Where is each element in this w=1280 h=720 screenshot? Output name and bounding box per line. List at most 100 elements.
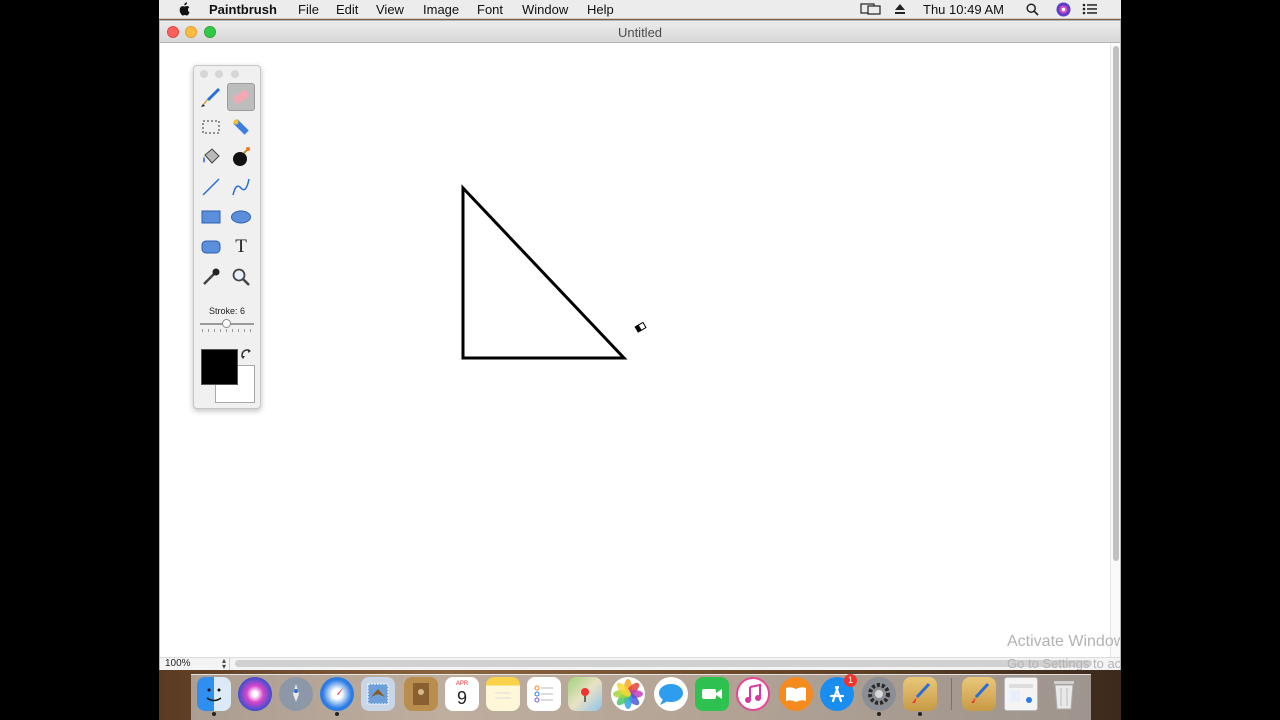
notes-icon — [495, 692, 511, 699]
paintbrush-window: Untitled T Stroke: 6 100% ▴ ▾ Activate W… — [159, 20, 1121, 671]
calendar-month: APR — [455, 681, 469, 687]
palette-close-button[interactable] — [200, 70, 208, 78]
curve-tool[interactable] — [227, 173, 255, 201]
menu-window[interactable]: Window — [522, 2, 568, 17]
dock-preview-window[interactable] — [1004, 677, 1038, 711]
horizontal-scroll-thumb[interactable] — [235, 660, 1092, 667]
drawing-canvas[interactable]: T Stroke: 6 — [160, 43, 1110, 658]
dock-ibooks[interactable] — [779, 677, 813, 711]
activate-windows-title: Activate Windows — [1007, 633, 1121, 650]
safari-running-indicator — [335, 712, 339, 716]
rectangle-tool[interactable] — [197, 203, 225, 231]
paint-bucket-icon — [203, 148, 220, 164]
eyedropper-tool[interactable] — [197, 263, 225, 291]
address-book-icon — [413, 683, 429, 705]
curve-icon — [232, 178, 250, 196]
menu-image[interactable]: Image — [423, 2, 459, 17]
trash-icon — [1054, 681, 1074, 710]
text-tool[interactable]: T — [227, 233, 255, 261]
notification-center-icon[interactable] — [1082, 3, 1098, 15]
palette-minimize-button[interactable] — [215, 70, 223, 78]
paintbrush-document-icon — [971, 682, 990, 703]
eraser-tool[interactable] — [227, 83, 255, 111]
palette-zoom-button[interactable] — [231, 70, 239, 78]
zoom-tool[interactable] — [227, 263, 255, 291]
menu-view[interactable]: View — [376, 2, 404, 17]
ellipse-tool[interactable] — [227, 203, 255, 231]
eject-icon[interactable] — [894, 3, 906, 15]
magic-wand-icon — [233, 119, 249, 135]
eraser-icon — [233, 89, 250, 104]
photos-flower-icon — [613, 679, 643, 709]
marquee-select-icon — [202, 120, 220, 134]
activate-windows-subtitle: Go to Settings to activate Windows. — [1007, 656, 1121, 671]
menu-file[interactable]: File — [298, 2, 319, 17]
dock-notes[interactable] — [486, 677, 520, 711]
system-preferences-running-indicator — [877, 712, 881, 716]
menu-bar: Paintbrush File Edit View Image Font Win… — [159, 0, 1121, 19]
finder-running-indicator — [212, 712, 216, 716]
eraser-cursor-icon — [634, 321, 647, 333]
dock-launchpad[interactable] — [279, 677, 313, 711]
rectangle-select-tool[interactable] — [197, 113, 225, 141]
reminders-list-icon — [534, 685, 553, 703]
dock-trash[interactable] — [1047, 677, 1081, 711]
dock-system-preferences[interactable] — [862, 677, 896, 716]
dock-reminders[interactable] — [527, 677, 561, 711]
dock-siri[interactable] — [238, 677, 272, 711]
foreground-color-swatch[interactable] — [201, 349, 238, 385]
calendar-day: 9 — [456, 688, 467, 708]
drawn-triangle — [461, 184, 628, 360]
dock-contacts[interactable] — [404, 677, 438, 711]
stroke-slider-knob[interactable] — [222, 319, 231, 328]
zoom-level-select[interactable]: 100% ▴ ▾ — [162, 656, 230, 671]
zoom-stepper-arrows-icon: ▴ ▾ — [221, 656, 226, 671]
rocket-icon — [293, 684, 299, 702]
drawing-layer — [461, 184, 647, 360]
eyedropper-icon — [203, 268, 220, 285]
compass-icon — [330, 687, 344, 701]
menubar-clock[interactable]: Thu 10:49 AM — [923, 2, 1004, 17]
magic-wand-tool[interactable] — [227, 113, 255, 141]
messages-bubble-icon — [659, 684, 683, 705]
map-pin-icon — [581, 688, 589, 702]
menu-help[interactable]: Help — [587, 2, 614, 17]
finder-icon — [206, 688, 222, 702]
apple-icon[interactable] — [178, 2, 190, 16]
rounded-rectangle-tool[interactable] — [197, 233, 225, 261]
dock-itunes[interactable] — [736, 677, 770, 711]
menu-edit[interactable]: Edit — [336, 2, 358, 17]
eagle-stamp-icon — [367, 683, 389, 705]
dock-safari[interactable] — [320, 677, 354, 716]
window-title: Untitled — [617, 25, 663, 40]
open-book-icon — [786, 687, 806, 702]
gear-icon — [868, 683, 890, 705]
menu-app-name[interactable]: Paintbrush — [209, 2, 277, 17]
dock-photos[interactable] — [611, 677, 645, 711]
dock-paintbrush-document[interactable] — [962, 677, 996, 711]
line-tool[interactable] — [197, 173, 225, 201]
paintbrush-icon — [201, 87, 221, 107]
zoom-level-value: 100% — [165, 658, 191, 669]
dock-mail[interactable] — [361, 677, 395, 711]
dock-paintbrush[interactable] — [903, 677, 937, 716]
vertical-scroll-thumb[interactable] — [1113, 46, 1119, 561]
desktop: Paintbrush File Edit View Image Font Win… — [159, 0, 1121, 720]
airplay-display-icon[interactable] — [860, 3, 882, 16]
paintbrush-running-indicator — [918, 712, 922, 716]
fill-tool[interactable] — [197, 143, 225, 171]
dock-maps[interactable] — [568, 677, 602, 711]
spotlight-search-icon[interactable] — [1026, 3, 1039, 16]
dock-facetime[interactable] — [695, 677, 729, 711]
dock-calendar[interactable]: APR 9 — [445, 677, 479, 711]
menu-font[interactable]: Font — [477, 2, 503, 17]
dock-app-store[interactable]: 1 — [820, 674, 857, 711]
swap-colors-icon[interactable] — [240, 348, 254, 362]
paintbrush-tool[interactable] — [197, 83, 225, 111]
bomb-tool[interactable] — [227, 143, 255, 171]
vertical-scrollbar[interactable] — [1110, 43, 1120, 658]
dock-finder[interactable] — [197, 677, 231, 716]
window-titlebar[interactable]: Untitled — [160, 21, 1120, 43]
dock-messages[interactable] — [654, 677, 688, 711]
siri-icon[interactable] — [1056, 2, 1071, 17]
